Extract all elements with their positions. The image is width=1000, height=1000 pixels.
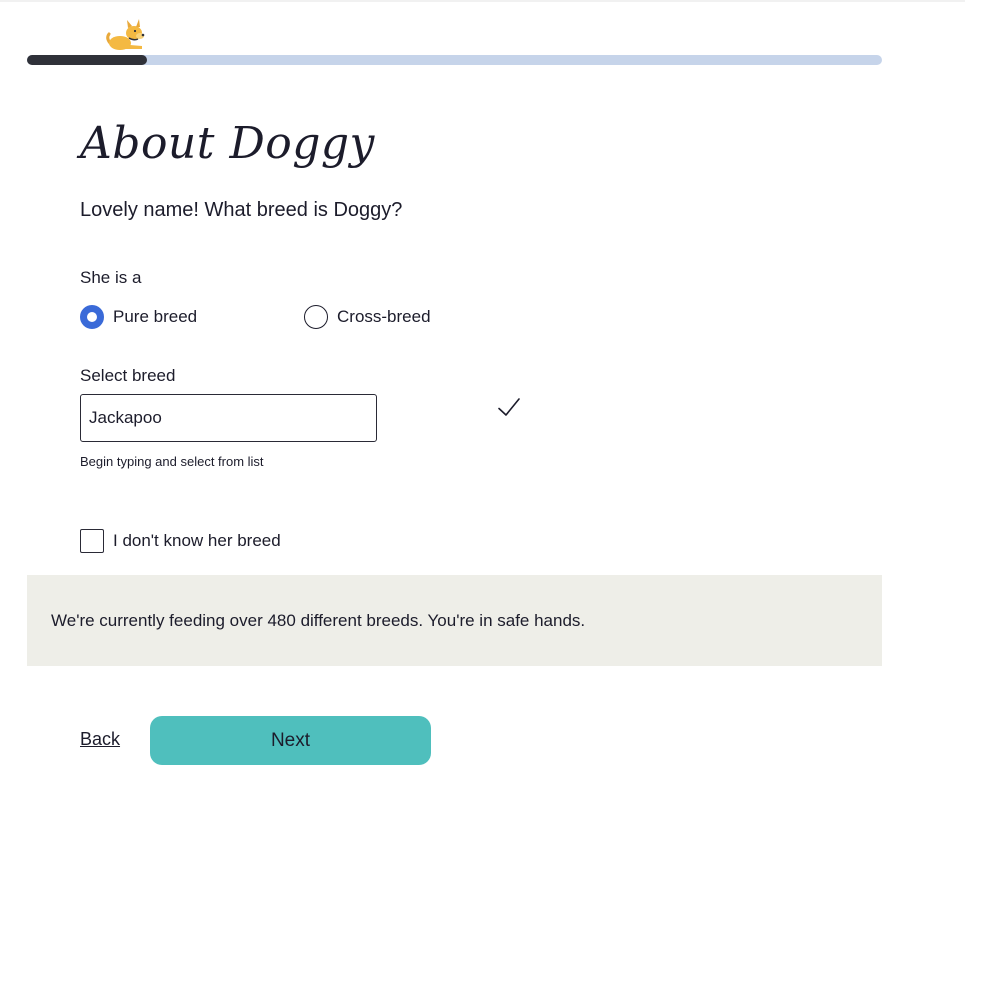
progress-bar [27,55,882,65]
breed-input[interactable] [80,394,377,442]
page-title: About Doggy [80,118,375,169]
checkmark-icon [498,398,520,416]
progress-fill [27,55,147,65]
breed-question: Lovely name! What breed is Doggy? [80,199,403,221]
radio-selected-icon[interactable] [80,305,104,329]
info-text: We're currently feeding over 480 differe… [51,610,586,630]
unknown-breed-checkbox-row[interactable]: I don't know her breed [80,529,281,553]
pure-breed-radio[interactable]: Pure breed [80,305,197,329]
dog-icon [106,19,145,50]
cross-breed-radio[interactable]: Cross-breed [304,305,431,329]
radio-unselected-icon[interactable] [304,305,328,329]
select-breed-label: Select breed [80,366,176,385]
unknown-breed-label: I don't know her breed [113,531,281,550]
next-button[interactable]: Next [150,716,431,765]
pure-breed-label: Pure breed [113,307,198,326]
cross-breed-label: Cross-breed [337,307,431,326]
info-panel: We're currently feeding over 480 differe… [27,575,882,666]
breed-hint: Begin typing and select from list [80,454,264,469]
progress-track [27,55,882,65]
breed-type-label: She is a [80,268,142,287]
top-divider [0,0,965,2]
back-link[interactable]: Back [80,729,120,750]
unknown-breed-checkbox[interactable] [80,529,104,553]
